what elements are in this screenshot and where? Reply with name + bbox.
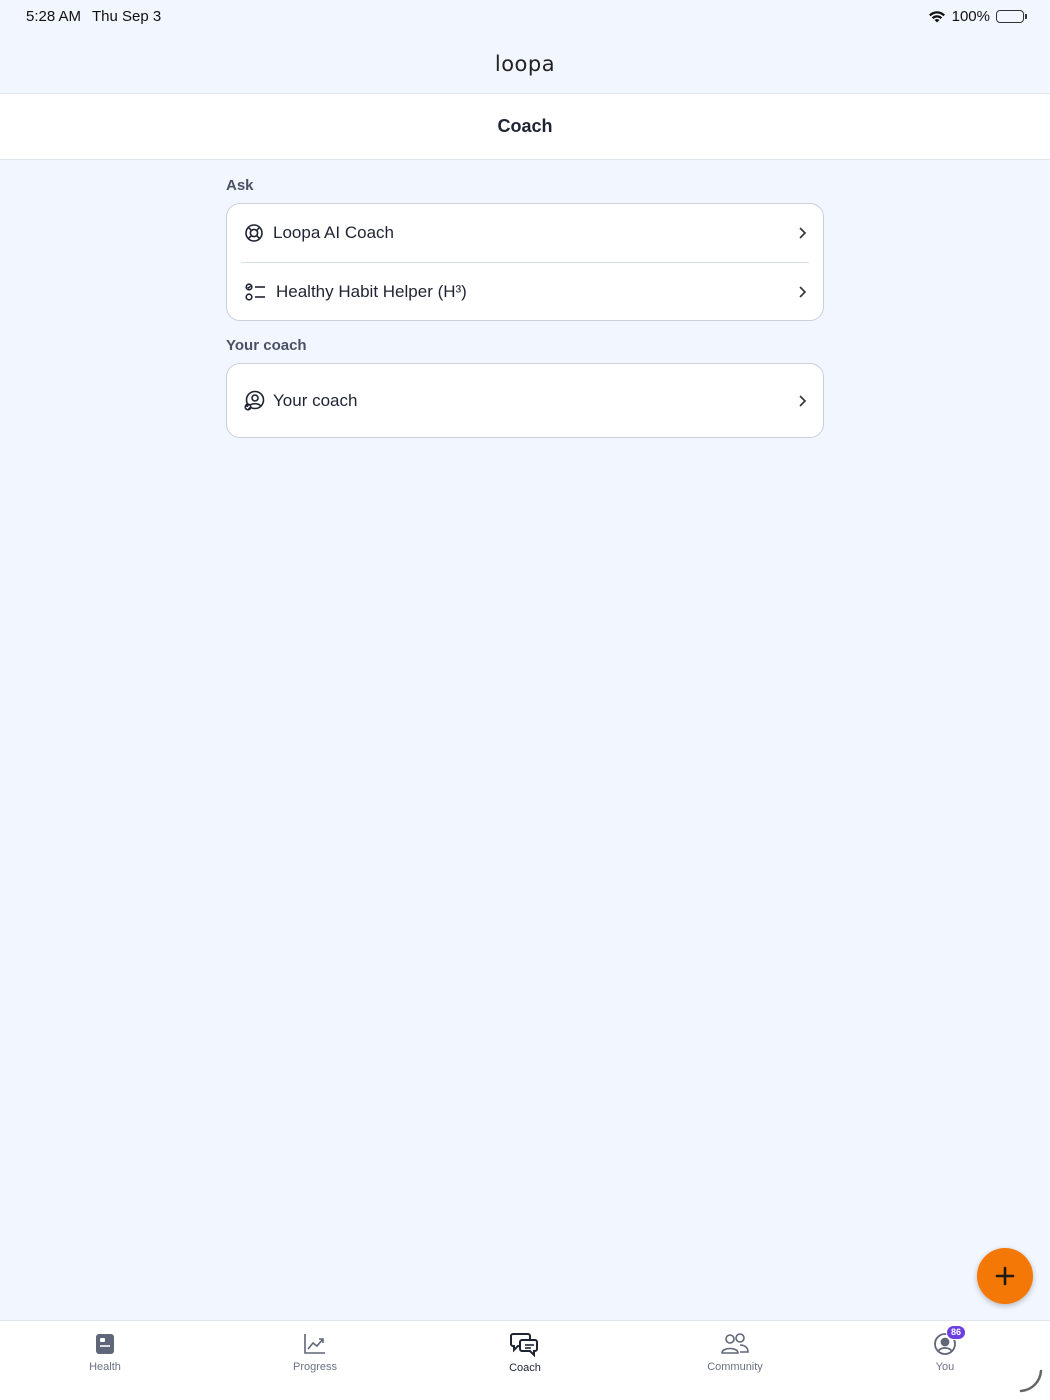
wifi-icon bbox=[928, 10, 945, 22]
chevron-right-icon bbox=[799, 227, 807, 239]
status-date: Thu Sep 3 bbox=[92, 8, 162, 25]
tab-community[interactable]: Community bbox=[675, 1331, 795, 1373]
status-bar: 5:28 AM Thu Sep 3 100% bbox=[0, 0, 1050, 34]
logo-bar: loopa bbox=[0, 34, 1050, 94]
add-button[interactable] bbox=[977, 1248, 1033, 1304]
notification-badge: 86 bbox=[946, 1325, 967, 1340]
status-time: 5:28 AM bbox=[26, 8, 82, 25]
tab-label: Health bbox=[89, 1361, 121, 1373]
chat-icon bbox=[510, 1333, 538, 1358]
battery-percent: 100% bbox=[951, 8, 990, 25]
tab-progress[interactable]: Progress bbox=[255, 1331, 375, 1373]
tab-label: You bbox=[935, 1361, 955, 1373]
row-label: Healthy Habit Helper (H³) bbox=[276, 281, 467, 301]
people-icon bbox=[721, 1333, 749, 1354]
tab-you[interactable]: 86 You bbox=[885, 1325, 1005, 1373]
coach-user-icon bbox=[243, 390, 265, 412]
app-logo: loopa bbox=[494, 51, 556, 76]
row-label: Loopa AI Coach bbox=[273, 223, 394, 242]
plus-icon bbox=[995, 1266, 1015, 1286]
list-item-loopa-ai-coach[interactable]: Loopa AI Coach bbox=[241, 204, 809, 262]
resize-corner-icon bbox=[1019, 1369, 1043, 1393]
list-item-your-coach[interactable]: Your coach bbox=[241, 364, 809, 437]
your-coach-card: Your coach bbox=[226, 363, 824, 438]
list-item-healthy-habit-helper[interactable]: Healthy Habit Helper (H³) bbox=[241, 262, 809, 320]
row-label: Your coach bbox=[273, 390, 358, 410]
page-title: Coach bbox=[497, 116, 553, 136]
battery-icon bbox=[996, 10, 1027, 23]
chevron-right-icon bbox=[799, 394, 807, 407]
lifebuoy-icon bbox=[243, 222, 265, 244]
coach-content: Ask Loopa AI Coach Healthy Habit Helper … bbox=[226, 160, 824, 438]
ask-card: Loopa AI Coach Healthy Habit Helper (H³) bbox=[226, 203, 824, 321]
chevron-right-icon bbox=[799, 285, 807, 298]
status-indicators: 100% bbox=[928, 8, 1027, 25]
title-bar: Coach bbox=[0, 94, 1050, 160]
section-label-your-coach: Your coach bbox=[226, 337, 307, 354]
tab-label: Progress bbox=[292, 1361, 338, 1373]
section-label-ask: Ask bbox=[226, 177, 254, 194]
tab-label: Coach bbox=[509, 1362, 541, 1374]
tab-coach[interactable]: Coach bbox=[465, 1331, 585, 1374]
chart-icon bbox=[304, 1334, 325, 1354]
tab-bar: Health Progress Coach Community 86 You bbox=[0, 1320, 1050, 1400]
tab-health[interactable]: Health bbox=[45, 1331, 165, 1373]
health-icon bbox=[96, 1334, 114, 1354]
checklist-icon bbox=[243, 281, 268, 303]
tab-label: Community bbox=[707, 1361, 763, 1373]
